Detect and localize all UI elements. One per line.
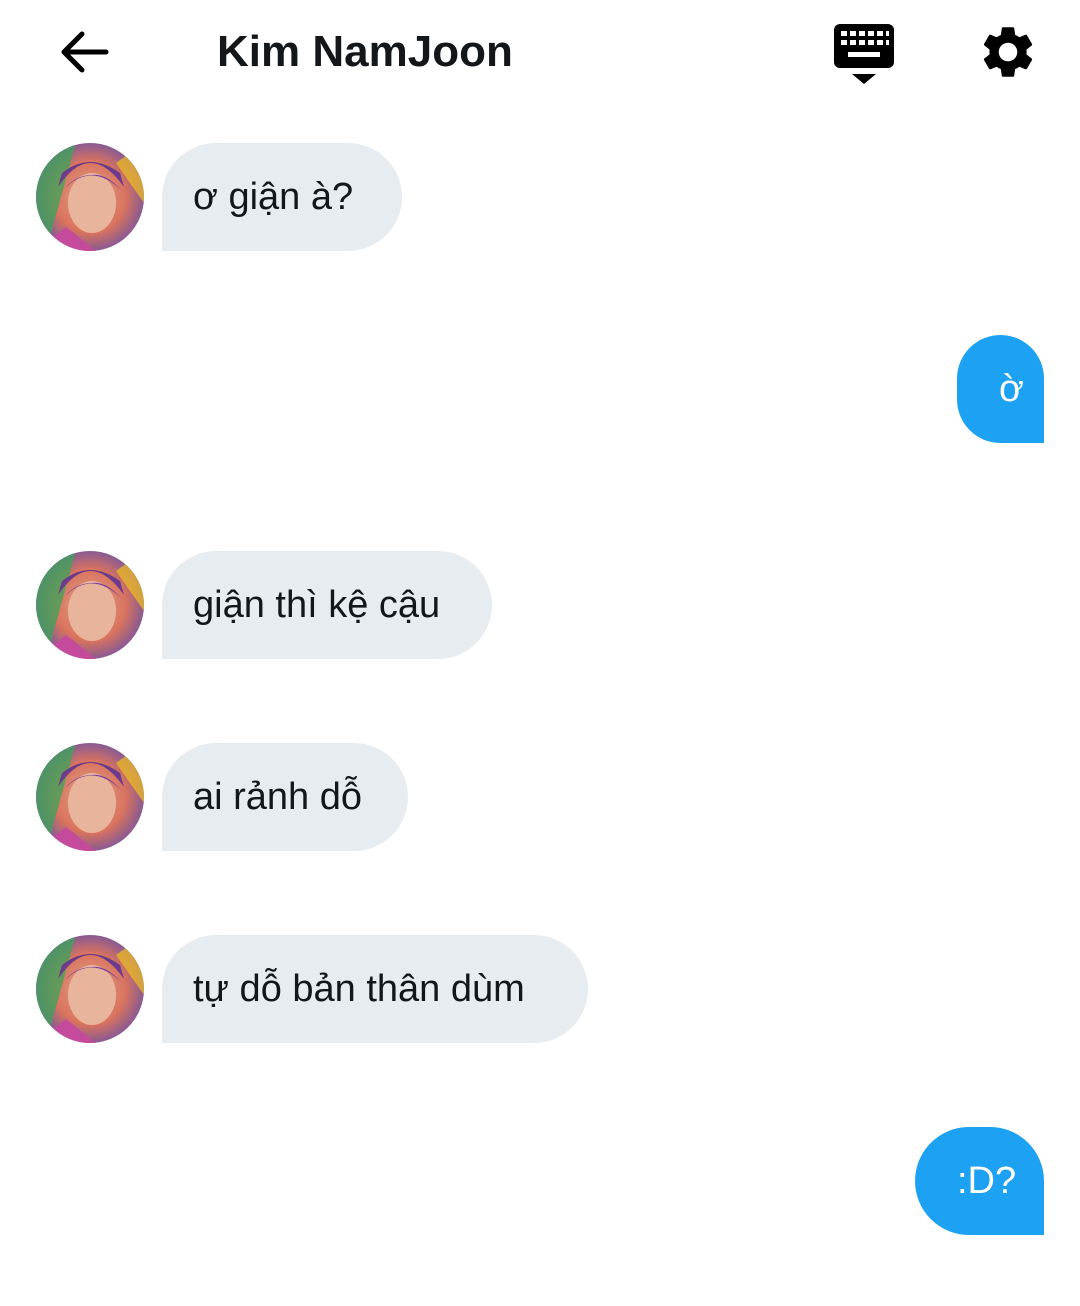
avatar[interactable] xyxy=(36,143,144,251)
keyboard-hide-icon xyxy=(834,24,894,84)
message-bubble-incoming[interactable]: tự dỗ bản thân dùm xyxy=(162,935,588,1043)
avatar[interactable] xyxy=(36,743,144,851)
message-bubble-outgoing[interactable]: ờ xyxy=(957,335,1044,443)
message-text: ơ giận à? xyxy=(193,175,354,218)
message-bubble-incoming[interactable]: ơ giận à? xyxy=(162,143,402,251)
avatar[interactable] xyxy=(36,935,144,1043)
gear-icon xyxy=(983,27,1033,77)
chat-header: Kim NamJoon xyxy=(0,0,1080,104)
message-text: ai rảnh dỗ xyxy=(193,775,363,818)
avatar[interactable] xyxy=(36,551,144,659)
message-bubble-outgoing[interactable]: :D? xyxy=(915,1127,1044,1235)
keyboard-hide-button[interactable] xyxy=(826,18,902,90)
message-text: ờ xyxy=(999,367,1024,410)
conversation-title: Kim NamJoon xyxy=(217,27,513,76)
message-bubble-incoming[interactable]: ai rảnh dỗ xyxy=(162,743,408,851)
message-text: tự dỗ bản thân dùm xyxy=(193,967,525,1010)
message-text: :D? xyxy=(957,1159,1017,1202)
back-button[interactable] xyxy=(52,24,116,80)
message-text: giận thì kệ cậu xyxy=(193,583,441,626)
settings-button[interactable] xyxy=(970,16,1046,88)
arrow-left-icon xyxy=(61,31,109,73)
message-bubble-incoming[interactable]: giận thì kệ cậu xyxy=(162,551,492,659)
